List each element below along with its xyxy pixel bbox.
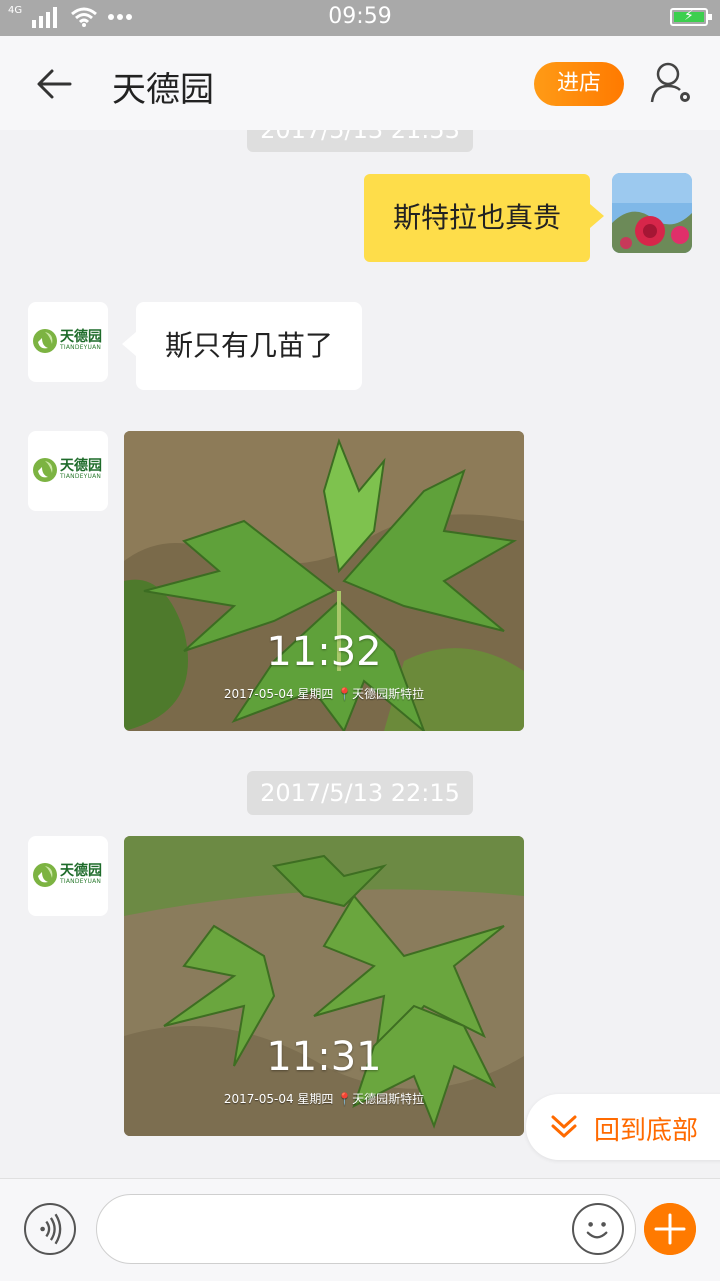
flower-avatar-image	[612, 173, 692, 253]
add-attachment-icon[interactable]	[644, 1203, 696, 1255]
logo-name-cn: 天德园	[60, 329, 102, 345]
user-settings-icon[interactable]	[648, 60, 696, 108]
shop-logo: 天德园 TIANDEYUAN	[32, 862, 102, 888]
input-bar	[0, 1178, 720, 1281]
shop-avatar[interactable]: 天德园 TIANDEYUAN	[28, 302, 108, 382]
shop-logo: 天德园 TIANDEYUAN	[32, 328, 102, 354]
photo-time-overlay: 11:32	[266, 629, 382, 675]
photo-time-overlay: 11:31	[266, 1034, 382, 1080]
image-message[interactable]: 11:31 2017-05-04 星期四 📍天德园斯特拉	[124, 836, 524, 1136]
message-input[interactable]	[96, 1194, 636, 1264]
timestamp-chip: 2017/5/13 21:53	[247, 130, 473, 152]
logo-name-en: TIANDEYUAN	[60, 473, 102, 480]
image-message[interactable]: 11:32 2017-05-04 星期四 📍天德园斯特拉	[124, 431, 524, 731]
jump-to-bottom-label: 回到底部	[594, 1116, 699, 1146]
shop-avatar[interactable]: 天德园 TIANDEYUAN	[28, 431, 108, 511]
emoji-icon[interactable]	[572, 1203, 624, 1255]
jump-to-bottom-button[interactable]: 回到底部	[526, 1094, 720, 1160]
shop-logo: 天德园 TIANDEYUAN	[32, 457, 102, 483]
enter-shop-button[interactable]: 进店	[534, 62, 624, 106]
logo-name-cn: 天德园	[60, 458, 102, 474]
my-avatar[interactable]	[612, 173, 692, 253]
chat-header: 天德园 进店	[0, 36, 720, 130]
back-arrow-icon[interactable]	[32, 62, 76, 106]
photo-caption-overlay: 2017-05-04 星期四 📍天德园斯特拉	[223, 687, 425, 701]
logo-name-en: TIANDEYUAN	[60, 878, 102, 885]
voice-input-icon[interactable]	[24, 1203, 76, 1255]
leaf-logo-icon	[33, 458, 57, 482]
leaf-logo-icon	[33, 329, 57, 353]
photo-caption-overlay: 2017-05-04 星期四 📍天德园斯特拉	[223, 1092, 425, 1106]
logo-name-cn: 天德园	[60, 863, 102, 879]
status-time: 09:59	[328, 4, 392, 29]
message-bubble-outgoing[interactable]: 斯特拉也真贵	[364, 174, 604, 262]
page-title: 天德园	[112, 70, 214, 110]
logo-name-en: TIANDEYUAN	[60, 344, 102, 351]
chat-messages[interactable]: 2017/5/13 21:53 斯特拉也真贵 天德园 TIANDEYUAN 斯只…	[0, 130, 720, 1178]
message-bubble-incoming[interactable]: 斯只有几苗了	[122, 302, 362, 390]
status-bar: 4G 09:59 ⚡	[0, 0, 720, 36]
battery-charging-icon: ⚡	[670, 8, 712, 26]
leaf-logo-icon	[33, 863, 57, 887]
shop-avatar[interactable]: 天德园 TIANDEYUAN	[28, 836, 108, 916]
double-chevron-down-icon	[551, 1115, 577, 1138]
timestamp-chip: 2017/5/13 22:15	[247, 771, 473, 815]
